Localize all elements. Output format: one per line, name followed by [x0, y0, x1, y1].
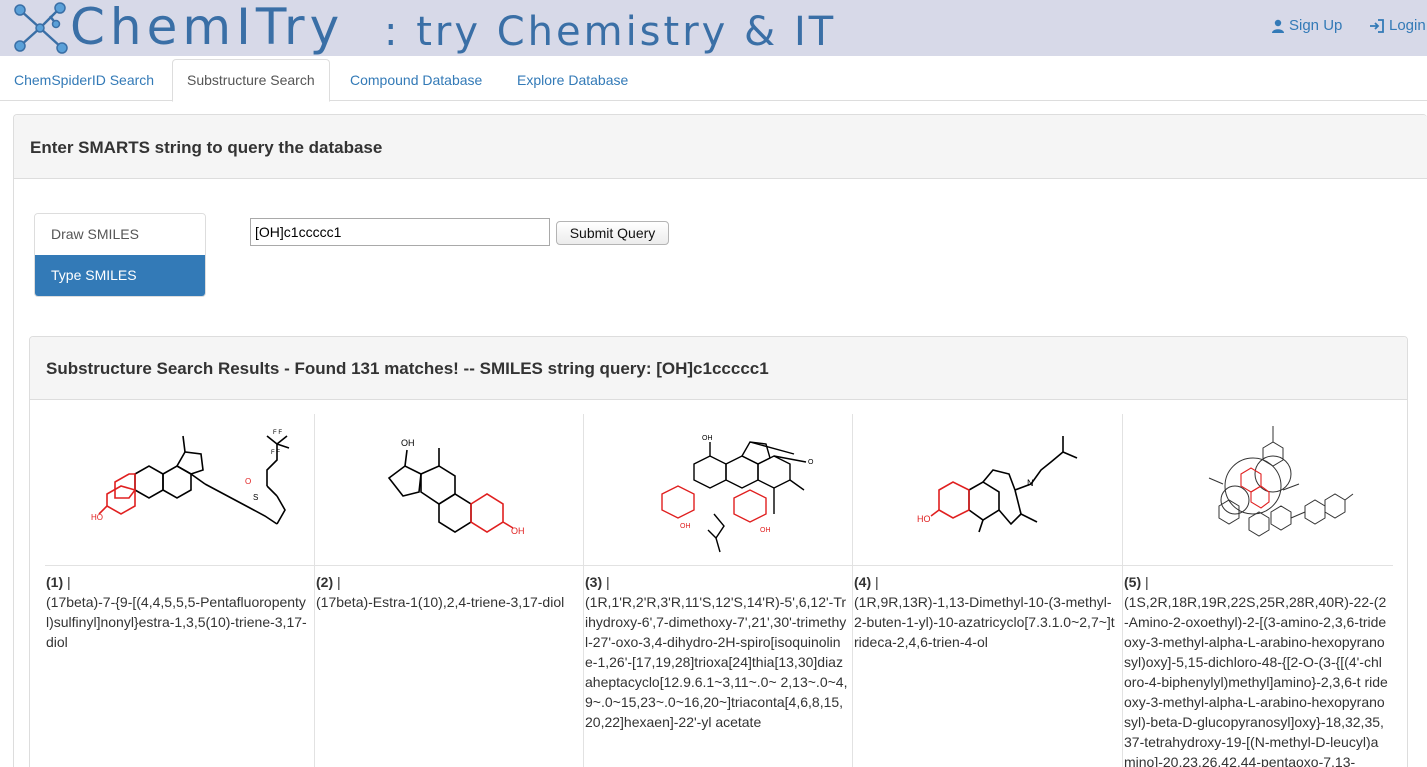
svg-text:F F: F F	[273, 430, 282, 436]
query-panel: Enter SMARTS string to query the databas…	[13, 114, 1427, 767]
molecule-structure-1-icon: HO O S F F F F	[91, 430, 290, 525]
molecule-logo-icon	[14, 2, 68, 54]
compound-name: (1R,1'R,2'R,3'R,11'S,12'S,14'R)-5',6,12'…	[585, 594, 848, 730]
svg-text:OH: OH	[401, 438, 415, 448]
svg-text:N: N	[1027, 478, 1034, 488]
svg-text:OH: OH	[511, 526, 525, 536]
results-panel-header: Substructure Search Results - Found 131 …	[30, 337, 1407, 400]
login-link[interactable]: Login	[1369, 17, 1426, 34]
structure-image: HO N	[853, 414, 1122, 566]
main-tabs: ChemSpiderID Search Substructure Search …	[0, 59, 1427, 102]
result-card[interactable]: OH OH OH O (3) | (1R,1'R,2'R,3'R,11'S,12…	[584, 414, 853, 767]
structure-image	[1123, 414, 1393, 566]
compound-name: (1S,2R,18R,19R,22S,25R,28R,40R)-22-(2-Am…	[1124, 594, 1388, 767]
result-card[interactable]: HO O S F F F F (1) | (17beta)-7-{9-[(4,4…	[45, 414, 315, 767]
molecule-structure-2-icon: OH OH	[387, 438, 525, 536]
result-index: (4)	[854, 574, 872, 590]
result-text: (2) | (17beta)-Estra-1(10),2,4-triene-3,…	[316, 572, 579, 612]
svg-text:O: O	[808, 459, 814, 466]
query-panel-title: Enter SMARTS string to query the databas…	[30, 138, 383, 157]
tab-chemspiderid-search[interactable]: ChemSpiderID Search	[0, 59, 168, 101]
structure-image: OH OH	[315, 414, 583, 566]
smiles-input[interactable]	[250, 218, 550, 246]
result-index: (3)	[585, 574, 603, 590]
svg-text:HO: HO	[91, 513, 103, 522]
result-separator: |	[871, 574, 879, 590]
molecule-structure-3-icon: OH OH OH O	[661, 435, 814, 553]
tab-compound-database[interactable]: Compound Database	[336, 59, 496, 101]
submit-query-button[interactable]: Submit Query	[556, 221, 669, 245]
result-separator: |	[333, 574, 341, 590]
result-card[interactable]: HO N (4) | (1R,9R,13R)-1,13-Dimethyl-10-…	[853, 414, 1123, 767]
structure-image: HO O S F F F F	[45, 414, 314, 566]
tab-explore-database[interactable]: Explore Database	[503, 59, 642, 101]
result-separator: |	[63, 574, 71, 590]
compound-name: (17beta)-7-{9-[(4,4,5,5,5-Pentafluoropen…	[46, 594, 307, 650]
molecule-structure-5-icon	[1208, 426, 1354, 537]
sign-up-label: Sign Up	[1289, 17, 1343, 34]
compound-name: (17beta)-Estra-1(10),2,4-triene-3,17-dio…	[316, 594, 565, 610]
results-title: Substructure Search Results - Found 131 …	[46, 359, 769, 378]
svg-text:F F: F F	[271, 450, 280, 456]
draw-smiles-pill[interactable]: Draw SMILES	[35, 214, 205, 255]
result-text: (3) | (1R,1'R,2'R,3'R,11'S,12'S,14'R)-5'…	[585, 572, 848, 732]
login-label: Login	[1389, 17, 1426, 34]
smiles-mode-nav: Draw SMILES Type SMILES	[34, 213, 206, 297]
result-text: (4) | (1R,9R,13R)-1,13-Dimethyl-10-(3-me…	[854, 572, 1118, 652]
structure-image: OH OH OH O	[584, 414, 852, 566]
result-index: (1)	[46, 574, 64, 590]
result-card[interactable]: OH OH (2) | (17beta)-Estra-1(10),2,4-tri…	[315, 414, 584, 767]
tab-substructure-search[interactable]: Substructure Search	[172, 59, 330, 102]
brand-title: ChemITry	[70, 0, 345, 56]
svg-text:HO: HO	[917, 514, 931, 524]
compound-name: (1R,9R,13R)-1,13-Dimethyl-10-(3-methyl-2…	[854, 594, 1115, 650]
result-text: (1) | (17beta)-7-{9-[(4,4,5,5,5-Pentaflu…	[46, 572, 310, 652]
svg-text:O: O	[245, 477, 251, 486]
brand-tagline: : try Chemistry & IT	[384, 9, 837, 55]
svg-text:OH: OH	[760, 527, 771, 534]
login-icon	[1370, 18, 1384, 33]
svg-text:OH: OH	[702, 435, 713, 442]
svg-text:S: S	[253, 493, 258, 502]
user-icon	[1272, 19, 1284, 33]
result-index: (2)	[316, 574, 334, 590]
type-smiles-pill[interactable]: Type SMILES	[35, 255, 205, 296]
app-header: ChemITry : try Chemistry & IT Sign Up Lo…	[0, 0, 1427, 56]
result-card[interactable]: (5) | (1S,2R,18R,19R,22S,25R,28R,40R)-22…	[1123, 414, 1393, 767]
results-grid: HO O S F F F F (1) | (17beta)-7-{9-[(4,4…	[30, 414, 1408, 767]
result-text: (5) | (1S,2R,18R,19R,22S,25R,28R,40R)-22…	[1124, 572, 1389, 767]
result-separator: |	[1141, 574, 1149, 590]
results-panel: Substructure Search Results - Found 131 …	[29, 336, 1408, 767]
svg-text:OH: OH	[680, 523, 691, 530]
molecule-structure-4-icon: HO N	[917, 436, 1078, 533]
result-separator: |	[602, 574, 610, 590]
result-index: (5)	[1124, 574, 1142, 590]
query-panel-header: Enter SMARTS string to query the databas…	[14, 115, 1427, 179]
sign-up-link[interactable]: Sign Up	[1271, 17, 1342, 34]
